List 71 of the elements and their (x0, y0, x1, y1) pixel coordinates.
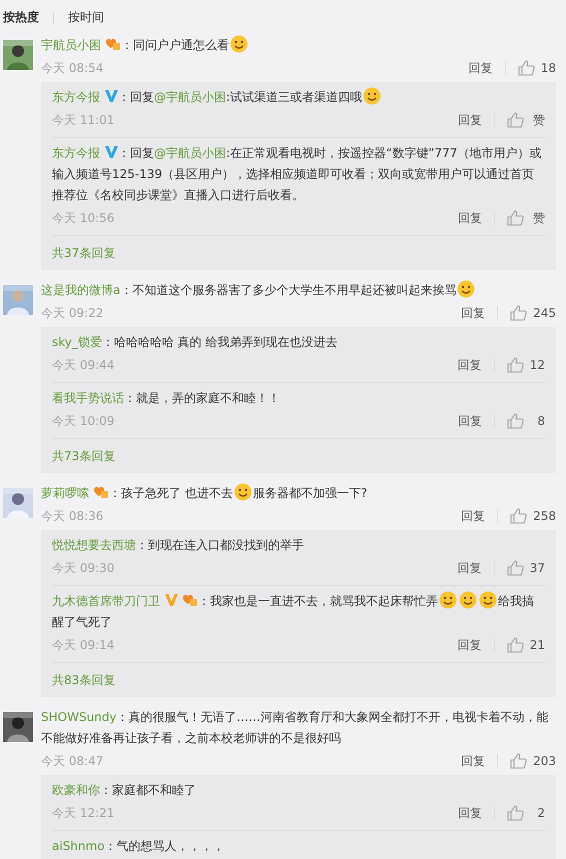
reply-button[interactable]: 回复 (458, 560, 482, 576)
reply-button[interactable]: 回复 (468, 60, 493, 76)
timestamp: 今天 10:56 (52, 210, 114, 226)
vip-badge-icon (93, 485, 109, 499)
comment-text: aiShnmo：气的想骂人，，，， (52, 838, 226, 855)
thumbs-up-icon (507, 112, 524, 128)
reply-button[interactable]: 回复 (458, 356, 482, 374)
thumbs-up-icon (507, 805, 524, 821)
like-button[interactable]: 21 (506, 637, 545, 653)
emoji-icon (457, 280, 476, 298)
timestamp: 今天 08:36 (41, 508, 104, 524)
reply-button[interactable]: 回复 (458, 210, 482, 226)
like-button[interactable]: 203 (510, 753, 556, 769)
emoji-icon (459, 591, 477, 609)
emoji-icon (230, 35, 248, 53)
timestamp: 今天 09:30 (52, 560, 114, 576)
comment-text: 九木德首席带刀门卫 ：我家也是一直进不去，就骂我不起床帮忙弄 给我搞醒了气死了 (52, 591, 545, 633)
timestamp: 今天 09:22 (41, 304, 104, 322)
reply-button[interactable]: 回复 (458, 804, 482, 822)
thumbs-up-icon (506, 637, 524, 653)
reply-button[interactable]: 回复 (461, 508, 486, 524)
reply-button[interactable]: 回复 (461, 752, 486, 770)
like-button[interactable]: 18 (518, 60, 556, 76)
reply-button[interactable]: 回复 (458, 636, 482, 654)
comment-text: 看我手势说话：就是，弄的家庭不和睦！！ (52, 390, 281, 407)
like-button[interactable]: 37 (506, 560, 545, 576)
verified-icon (105, 90, 118, 102)
reply-button[interactable]: 回复 (458, 112, 482, 128)
timestamp: 今天 12:21 (52, 804, 114, 822)
thumbs-up-icon (510, 753, 528, 769)
timestamp: 今天 11:01 (52, 112, 114, 128)
thumbs-up-icon (507, 413, 524, 429)
comment-text: 悦悦想要去西塘：到现在连入口都没找到的举手 (52, 537, 305, 554)
comment-text: 欧豪和你：家庭都不和睦了 (52, 782, 197, 799)
sort-tab[interactable]: 按热度 (3, 7, 39, 28)
like-button[interactable]: 赞 (507, 210, 545, 226)
comment-text: 萝莉啰嗦 ：孩子急死了 也进不去 服务器都不加强一下? (41, 483, 556, 504)
like-button[interactable]: 8 (507, 413, 545, 429)
emoji-icon (479, 591, 497, 609)
thumbs-up-icon (506, 357, 524, 373)
reply-button[interactable]: 回复 (458, 412, 482, 430)
reply-button[interactable]: 回复 (461, 304, 486, 322)
sort-tab[interactable]: 按时间 (68, 7, 104, 28)
verified-icon (105, 146, 118, 158)
vip-badge-icon (182, 593, 198, 607)
like-button[interactable]: 赞 (507, 112, 545, 128)
emoji-icon (439, 591, 457, 609)
thumbs-up-icon (506, 560, 524, 576)
timestamp: 今天 08:47 (41, 752, 104, 770)
thumbs-up-icon (510, 508, 528, 524)
emoji-icon (363, 87, 382, 105)
timestamp: 今天 09:44 (52, 356, 114, 374)
comment-text: SHOWSundy：真的很服气！无语了……河南省教育厅和大象网全都打不开，电视卡着不动，能不能做好准备再让孩子看，之前本校老师讲的不是很好吗 (41, 709, 550, 747)
comment-text: 宇航员小困 ：同问户户通怎么看 (41, 35, 556, 56)
thumbs-up-icon (518, 60, 535, 76)
emoji-icon (234, 483, 252, 501)
comment-text: 东方今报 ：回复@宇航员小困:在正常观看电视时，按遥控器“数字键”777（地市用户）或输入频道号125-139（县区用户），选择相应频道即可收看；双向或宽带用户可以通过首页推荐位《名校同步课堂》直播入口进行后收看。 (52, 145, 542, 204)
comment-text: 这是我的微博a：不知道这个服务器害了多少个大学生不用早起还被叫起来挨骂 (41, 280, 556, 301)
thumbs-up-icon (507, 210, 524, 226)
like-button[interactable]: 258 (510, 508, 556, 524)
vip-badge-icon (105, 37, 121, 51)
timestamp: 今天 10:09 (52, 412, 114, 430)
like-button[interactable]: 12 (506, 357, 545, 373)
timestamp: 今天 09:14 (52, 636, 114, 654)
comment-text: sky_锁爱：哈哈哈哈哈 真的 给我弟弄到现在也没进去 (52, 334, 339, 351)
verified-icon (165, 594, 178, 606)
thumbs-up-icon (510, 305, 528, 321)
like-button[interactable]: 245 (510, 305, 556, 321)
timestamp: 今天 08:54 (41, 60, 104, 76)
comment-text: 东方今报 ：回复@宇航员小困:试试渠道三或者渠道四哦 (52, 87, 545, 108)
like-button[interactable]: 2 (507, 805, 545, 821)
